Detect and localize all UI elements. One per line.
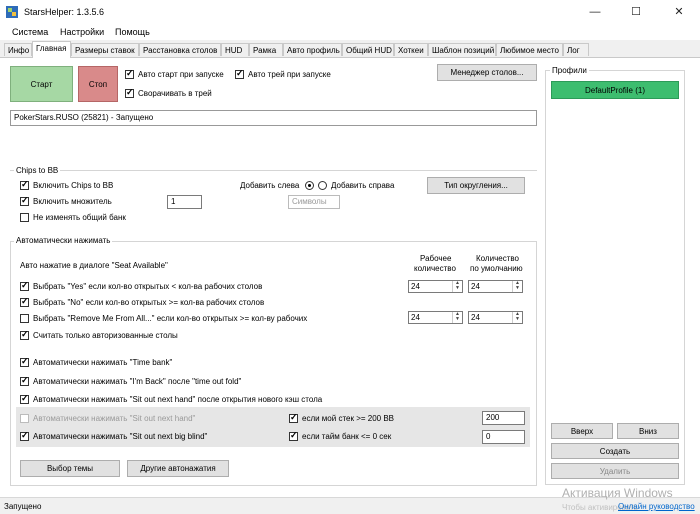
tab-table-layout[interactable]: Расстановка столов (139, 43, 221, 56)
profile-up-button[interactable]: Вверх (551, 423, 613, 439)
multiplier-input[interactable]: 1 (167, 195, 202, 209)
stop-button[interactable]: Стоп (78, 66, 118, 102)
tab-hotkeys[interactable]: Хоткеи (394, 43, 428, 56)
autotray-checkbox[interactable] (235, 68, 244, 79)
remove-checkbox[interactable] (20, 314, 29, 323)
start-button[interactable]: Старт (10, 66, 73, 102)
only-authorized-label: Считать только авторизованные столы (33, 331, 178, 340)
timebank-cond-checkbox[interactable] (289, 430, 298, 441)
window-title: StarsHelper: 1.3.5.6 (24, 7, 105, 17)
remove-working-spinner[interactable]: 24 ▲ ▼ (408, 311, 463, 324)
auto-group-title: Автоматически нажимать (14, 236, 113, 245)
window-manager-button[interactable]: Менеджер столов... (437, 64, 537, 81)
remove-default-value: 24 (471, 313, 480, 322)
remove-label: Выбрать "Remove Me From All..." если кол… (33, 314, 308, 323)
im-back-checkbox[interactable] (20, 375, 29, 386)
no-change-bank-label: Не изменять общий банк (33, 213, 126, 222)
no-label: Выбрать "No" если кол-во открытых >= кол… (33, 298, 265, 307)
autotray-label: Авто трей при запуске (248, 70, 331, 79)
close-button[interactable]: ✕ (664, 0, 694, 24)
status-box: PokerStars.RUSO (25821) - Запущено (10, 110, 537, 126)
multiplier-checkbox[interactable] (20, 195, 29, 206)
status-text: Запущено (4, 502, 42, 511)
no-checkbox[interactable] (20, 296, 29, 307)
remove-default-spinner[interactable]: 24 ▲ ▼ (468, 311, 523, 324)
profile-create-button[interactable]: Создать (551, 443, 679, 459)
autostart-checkbox[interactable] (125, 68, 134, 79)
add-left-radio[interactable] (305, 181, 314, 190)
yes-working-spinner[interactable]: 24 ▲ ▼ (408, 280, 463, 293)
minimize-tray-checkbox[interactable] (125, 87, 134, 98)
yes-label: Выбрать "Yes" если кол-во открытых < кол… (33, 282, 263, 291)
tab-position-template[interactable]: Шаблон позиций (428, 43, 496, 56)
app-icon (6, 6, 18, 18)
tab-hud[interactable]: HUD (221, 43, 249, 56)
sit-out-next-hand-label: Автоматически нажимать "Sit out next han… (33, 414, 196, 423)
yes-default-value: 24 (471, 282, 480, 291)
only-authorized-checkbox[interactable] (20, 329, 29, 340)
stack-value-input[interactable]: 200 (482, 411, 525, 425)
yes-checkbox[interactable] (20, 280, 29, 291)
time-bank-label: Автоматически нажимать "Time bank" (33, 358, 173, 367)
chips-enable-checkbox[interactable] (20, 179, 29, 190)
col-default-header-1: Количество (476, 254, 519, 263)
stack-cond-label: если мой стек >= 200 BB (302, 414, 395, 423)
menu-settings[interactable]: Настройки (60, 27, 104, 37)
tab-main[interactable]: Главная (32, 41, 71, 58)
spin-down-icon[interactable]: ▼ (513, 317, 522, 322)
sit-out-new-table-label: Автоматически нажимать "Sit out next han… (33, 395, 323, 404)
minimize-tray-label: Сворачивать в трей (138, 89, 212, 98)
sit-out-new-table-checkbox[interactable] (20, 393, 29, 404)
tab-bet-sizes[interactable]: Размеры ставок (71, 43, 139, 56)
col-working-header-2: количество (414, 264, 456, 273)
add-right-label: Добавить справа (331, 181, 395, 190)
tab-favorite-seat[interactable]: Любимое место (496, 43, 563, 56)
seat-available-label: Авто нажатие в диалоге "Seat Available" (20, 261, 168, 270)
minimize-button[interactable]: — (580, 0, 610, 24)
spin-down-icon[interactable]: ▼ (453, 286, 462, 291)
timebank-value-input[interactable]: 0 (482, 430, 525, 444)
chips-group-title: Chips to BB (14, 166, 61, 175)
col-default-header-2: по умолчанию (470, 264, 523, 273)
profile-down-button[interactable]: Вниз (617, 423, 679, 439)
other-autopress-button[interactable]: Другие автонажатия (127, 460, 229, 477)
add-left-label: Добавить слева (240, 181, 300, 190)
online-manual-link[interactable]: Онлайн руководство (618, 502, 695, 511)
windows-activation-watermark: Активация Windows (562, 486, 673, 500)
remove-working-value: 24 (411, 313, 420, 322)
sit-out-next-hand-checkbox[interactable] (20, 414, 29, 423)
col-working-header-1: Рабочее (420, 254, 452, 263)
rounding-button[interactable]: Тип округления... (427, 177, 525, 194)
menu-system[interactable]: Система (12, 27, 48, 37)
chips-enable-label: Включить Chips to BB (33, 181, 114, 190)
profile-delete-button[interactable]: Удалить (551, 463, 679, 479)
add-right-radio[interactable] (318, 181, 327, 190)
spin-down-icon[interactable]: ▼ (453, 317, 462, 322)
tab-frame[interactable]: Рамка (249, 43, 283, 56)
timebank-cond-label: если тайм банк <= 0 сек (302, 432, 392, 441)
sit-out-big-blind-label: Автоматически нажимать "Sit out next big… (33, 432, 208, 441)
tab-common-hud[interactable]: Общий HUD (342, 43, 394, 56)
maximize-button[interactable]: ☐ (621, 0, 651, 24)
tab-auto-profile[interactable]: Авто профиль (283, 43, 342, 56)
profile-item[interactable]: DefaultProfile (1) (551, 81, 679, 99)
im-back-label: Автоматически нажимать "I'm Back" после … (33, 377, 242, 386)
theme-button[interactable]: Выбор темы (20, 460, 120, 477)
multiplier-label: Включить множитель (33, 197, 112, 206)
spin-down-icon[interactable]: ▼ (513, 286, 522, 291)
tab-info[interactable]: Инфо (4, 43, 32, 56)
sit-out-big-blind-checkbox[interactable] (20, 430, 29, 441)
symbols-input[interactable]: Символы (288, 195, 340, 209)
menu-help[interactable]: Помощь (115, 27, 150, 37)
autostart-label: Авто старт при запуске (138, 70, 224, 79)
stack-cond-checkbox[interactable] (289, 412, 298, 423)
menu-bar (0, 24, 700, 40)
tab-log[interactable]: Лог (563, 43, 589, 56)
no-change-bank-checkbox[interactable] (20, 213, 29, 222)
sit-out-block (16, 407, 530, 447)
profiles-title: Профили (550, 66, 589, 75)
yes-working-value: 24 (411, 282, 420, 291)
time-bank-checkbox[interactable] (20, 356, 29, 367)
yes-default-spinner[interactable]: 24 ▲ ▼ (468, 280, 523, 293)
